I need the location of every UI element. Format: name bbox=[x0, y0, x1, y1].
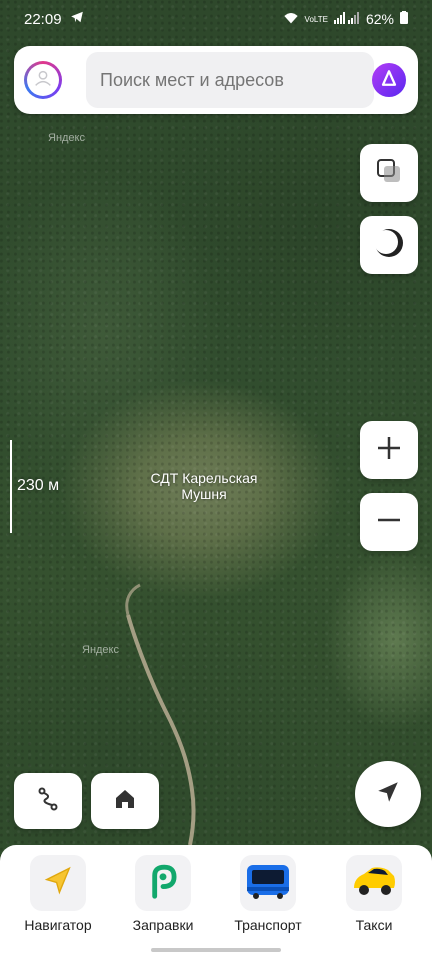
battery-level: 62% bbox=[365, 11, 394, 27]
fuel-tile[interactable] bbox=[135, 855, 191, 911]
location-arrow-icon bbox=[375, 779, 401, 810]
shortcut-label: Навигатор bbox=[24, 917, 92, 933]
telegram-icon bbox=[70, 10, 84, 28]
place-label[interactable]: СДТ Карельская Мушня bbox=[140, 470, 268, 502]
shortcut-navigator[interactable]: Навигатор bbox=[8, 855, 108, 933]
wifi-icon bbox=[283, 11, 299, 28]
shortcut-label: Транспорт bbox=[234, 917, 302, 933]
map-watermark: Яндекс bbox=[82, 644, 119, 656]
route-icon bbox=[35, 786, 61, 817]
search-input[interactable] bbox=[86, 52, 374, 108]
shortcut-label: Такси bbox=[355, 917, 393, 933]
fuel-logo-icon bbox=[146, 863, 180, 904]
scale-label: 230 м bbox=[17, 477, 60, 494]
navigator-tile[interactable] bbox=[30, 855, 86, 911]
layers-icon bbox=[374, 156, 404, 191]
scale-bar bbox=[10, 440, 12, 533]
taxi-tile[interactable] bbox=[346, 855, 402, 911]
bus-icon bbox=[245, 861, 291, 906]
minus-icon bbox=[376, 507, 402, 538]
alice-voice-button[interactable] bbox=[372, 63, 406, 97]
shortcut-label: Заправки bbox=[132, 917, 194, 933]
map-watermark: Яндекс bbox=[48, 132, 85, 144]
my-location-button[interactable] bbox=[355, 761, 421, 827]
quick-actions-panel: Навигатор Заправки Транспорт Такси bbox=[0, 845, 432, 960]
network-label: VoLTE bbox=[304, 14, 328, 24]
zoom-out-button[interactable] bbox=[360, 493, 418, 551]
home-button[interactable] bbox=[91, 773, 159, 829]
user-icon bbox=[32, 67, 54, 94]
shortcut-fuel[interactable]: Заправки bbox=[113, 855, 213, 933]
navigator-arrow-icon bbox=[41, 864, 75, 903]
route-button[interactable] bbox=[14, 773, 82, 829]
shortcut-taxi[interactable]: Такси bbox=[324, 855, 424, 933]
shortcut-transport[interactable]: Транспорт bbox=[218, 855, 318, 933]
home-icon bbox=[113, 787, 137, 816]
taxi-car-icon bbox=[350, 862, 398, 905]
map-layers-button[interactable] bbox=[360, 144, 418, 202]
signal-icon bbox=[333, 11, 360, 27]
transport-tile[interactable] bbox=[240, 855, 296, 911]
search-bar bbox=[14, 46, 418, 114]
home-indicator[interactable] bbox=[151, 948, 281, 952]
status-bar: 22:09 VoLTE 62% bbox=[0, 0, 432, 38]
plus-icon bbox=[376, 435, 402, 466]
profile-avatar-button[interactable] bbox=[24, 61, 62, 99]
zoom-in-button[interactable] bbox=[360, 421, 418, 479]
circle-mode-icon bbox=[372, 226, 406, 265]
alice-icon bbox=[380, 69, 398, 92]
map-mode-button[interactable] bbox=[360, 216, 418, 274]
status-time: 22:09 bbox=[24, 10, 62, 28]
battery-icon bbox=[400, 11, 408, 27]
